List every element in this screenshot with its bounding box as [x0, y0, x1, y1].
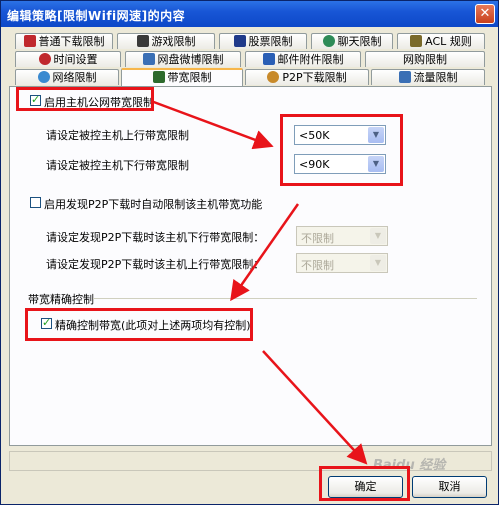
tab-label: 带宽限制 — [167, 71, 212, 84]
annotation-arrows — [150, 99, 368, 465]
arrow-to-ok — [262, 350, 368, 465]
bandwidth-icon — [152, 71, 165, 83]
policy-dialog: 编辑策略[限制Wifi网速]的内容 ✕ 普通下载限制 游戏限制 股票限制 聊天限… — [0, 0, 499, 505]
tab-bandwidth[interactable]: 带宽限制 — [121, 68, 243, 86]
arrow-to-selects — [150, 99, 274, 150]
arrow-to-precise — [230, 203, 300, 302]
